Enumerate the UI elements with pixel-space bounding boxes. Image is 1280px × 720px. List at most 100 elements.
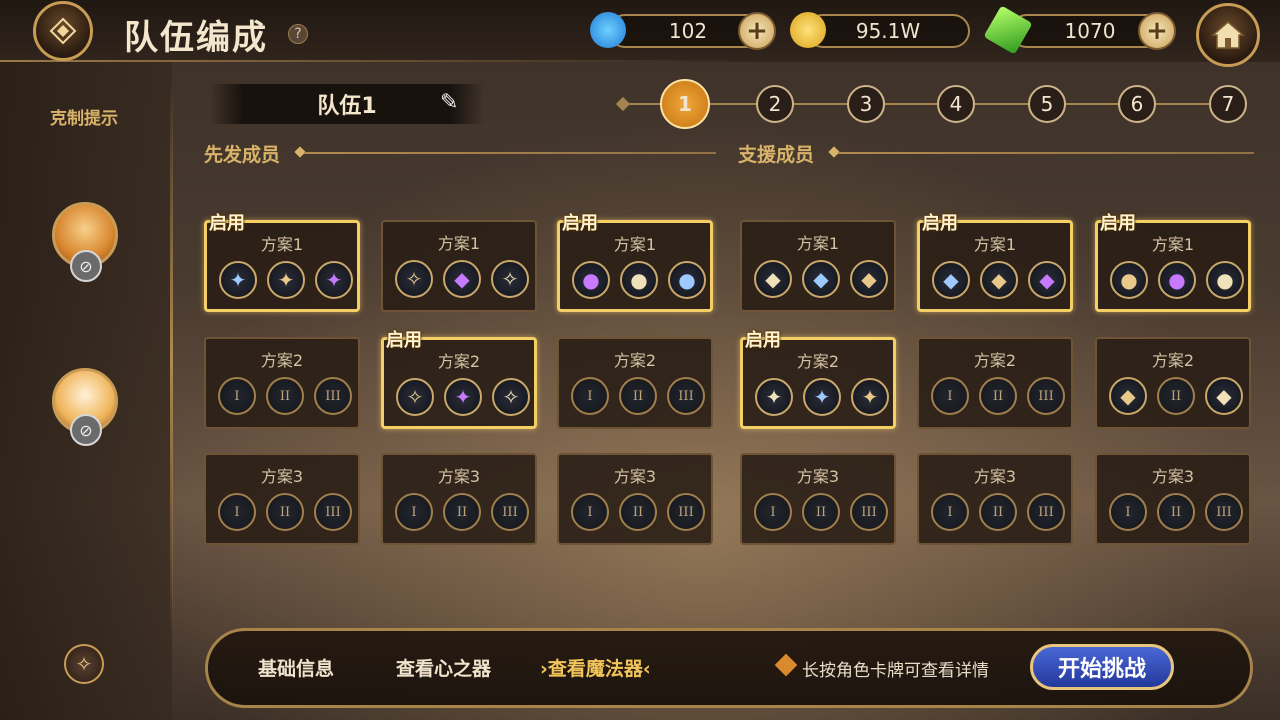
magic-device-icon[interactable]: ◆	[1205, 377, 1243, 415]
team-number-6[interactable]: 6	[1118, 85, 1156, 123]
team-number-1[interactable]: 1	[660, 79, 710, 129]
plan-title: 方案2	[796, 352, 840, 371]
empty-device-slot[interactable]: I	[571, 377, 609, 415]
empty-device-slot[interactable]: II	[619, 493, 657, 531]
plan-title: 方案3	[796, 467, 840, 486]
empty-device-slot[interactable]: III	[667, 493, 705, 531]
magic-device-icon[interactable]: ●	[620, 261, 658, 299]
add-fish-button[interactable]: +	[738, 12, 776, 50]
plan-title: 方案3	[437, 467, 481, 486]
plan-card[interactable]: 启用 方案1 ◆ ◆ ◆	[917, 213, 1073, 312]
empty-device-slot[interactable]: III	[850, 493, 888, 531]
magic-device-icon[interactable]: ●	[1110, 261, 1148, 299]
plan-card[interactable]: 方案1 ✧ ◆ ✧	[381, 220, 537, 312]
empty-device-slot[interactable]: III	[667, 377, 705, 415]
magic-device-icon[interactable]: ◆	[932, 261, 970, 299]
plan-card[interactable]: 方案2 I II III	[557, 337, 713, 429]
home-icon	[1211, 21, 1245, 49]
empty-device-slot[interactable]: I	[571, 493, 609, 531]
plan-title: 方案1	[973, 235, 1017, 254]
plan-card[interactable]: 方案3 I II III	[381, 453, 537, 545]
plan-card[interactable]: 方案3 I II III	[1095, 453, 1251, 545]
magic-device-icon[interactable]: ✧	[491, 260, 529, 298]
empty-device-slot[interactable]: I	[218, 493, 256, 531]
plan-card[interactable]: 启用 方案1 ● ● ●	[557, 213, 713, 312]
plan-card[interactable]: 启用 方案2 ✧ ✦ ✧	[381, 330, 537, 429]
magic-device-icon[interactable]: ✦	[851, 378, 889, 416]
plan-title: 方案1	[260, 235, 304, 254]
empty-device-slot[interactable]: III	[1205, 493, 1243, 531]
tab-magic-device[interactable]: ›查看魔法器‹	[540, 654, 651, 681]
compass-icon[interactable]: ✧	[64, 644, 104, 684]
plan-card[interactable]: 启用 方案1 ● ● ●	[1095, 213, 1251, 312]
empty-device-slot[interactable]: II	[443, 493, 481, 531]
plan-card[interactable]: 方案2 I II III	[204, 337, 360, 429]
empty-device-slot[interactable]: I	[931, 493, 969, 531]
help-button[interactable]: ?	[288, 24, 308, 44]
plan-card[interactable]: 方案3 I II III	[740, 453, 896, 545]
team-number-3[interactable]: 3	[847, 85, 885, 123]
empty-device-slot[interactable]: III	[1027, 493, 1065, 531]
magic-device-icon[interactable]: ✦	[755, 378, 793, 416]
empty-device-slot[interactable]: III	[314, 377, 352, 415]
magic-device-icon[interactable]: ✦	[444, 378, 482, 416]
back-button[interactable]	[33, 1, 93, 61]
plan-title: 方案3	[973, 467, 1017, 486]
empty-device-slot[interactable]: III	[314, 493, 352, 531]
magic-device-icon[interactable]: ✧	[492, 378, 530, 416]
tab-basic-info[interactable]: 基础信息	[258, 654, 334, 681]
magic-device-icon[interactable]: ◆	[1109, 377, 1147, 415]
empty-device-slot[interactable]: II	[979, 493, 1017, 531]
empty-device-slot[interactable]: I	[931, 377, 969, 415]
start-challenge-button[interactable]: 开始挑战	[1030, 644, 1174, 690]
magic-device-icon[interactable]: ✦	[219, 261, 257, 299]
magic-device-icon[interactable]: ◆	[754, 260, 792, 298]
empty-device-slot[interactable]: II	[802, 493, 840, 531]
edit-quill-icon[interactable]: ✎	[440, 90, 458, 115]
plan-card[interactable]: 启用 方案1 ✦ ✦ ✦	[204, 213, 360, 312]
magic-device-icon[interactable]: ◆	[850, 260, 888, 298]
magic-device-icon[interactable]: ✦	[315, 261, 353, 299]
empty-device-slot[interactable]: II	[619, 377, 657, 415]
magic-device-icon[interactable]: ✧	[395, 260, 433, 298]
empty-device-slot[interactable]: II	[266, 493, 304, 531]
empty-device-slot[interactable]: I	[1109, 493, 1147, 531]
home-button[interactable]	[1196, 3, 1260, 67]
magic-device-icon[interactable]: ●	[668, 261, 706, 299]
empty-device-slot[interactable]: II	[1157, 493, 1195, 531]
page-title: 队伍编成	[124, 18, 268, 58]
plan-card[interactable]: 方案2 ◆ II ◆	[1095, 337, 1251, 429]
empty-device-slot[interactable]: II	[266, 377, 304, 415]
empty-device-slot[interactable]: II	[1157, 377, 1195, 415]
plan-card[interactable]: 启用 方案2 ✦ ✦ ✦	[740, 330, 896, 429]
empty-device-slot[interactable]: III	[491, 493, 529, 531]
team-number-7[interactable]: 7	[1209, 85, 1247, 123]
plan-card[interactable]: 方案1 ◆ ◆ ◆	[740, 220, 896, 312]
magic-device-icon[interactable]: ✦	[267, 261, 305, 299]
magic-device-icon[interactable]: ✦	[803, 378, 841, 416]
magic-device-icon[interactable]: ✧	[396, 378, 434, 416]
gold-coin-icon	[790, 12, 826, 48]
magic-device-icon[interactable]: ●	[1158, 261, 1196, 299]
magic-device-icon[interactable]: ◆	[443, 260, 481, 298]
magic-device-icon[interactable]: ●	[572, 261, 610, 299]
tab-heart-vessel[interactable]: 查看心之器	[396, 654, 491, 681]
empty-device-slot[interactable]: I	[395, 493, 433, 531]
empty-device-slot[interactable]: I	[218, 377, 256, 415]
magic-device-icon[interactable]: ●	[1206, 261, 1244, 299]
magic-device-icon[interactable]: ◆	[1028, 261, 1066, 299]
magic-device-icon[interactable]: ◆	[980, 261, 1018, 299]
empty-device-slot[interactable]: III	[1027, 377, 1065, 415]
plan-card[interactable]: 方案3 I II III	[917, 453, 1073, 545]
empty-device-slot[interactable]: I	[754, 493, 792, 531]
left-panel-border	[170, 80, 173, 640]
plan-card[interactable]: 方案3 I II III	[557, 453, 713, 545]
add-crystal-button[interactable]: +	[1138, 12, 1176, 50]
magic-device-icon[interactable]: ◆	[802, 260, 840, 298]
team-number-5[interactable]: 5	[1028, 85, 1066, 123]
team-number-4[interactable]: 4	[937, 85, 975, 123]
plan-card[interactable]: 方案3 I II III	[204, 453, 360, 545]
team-number-2[interactable]: 2	[756, 85, 794, 123]
empty-device-slot[interactable]: II	[979, 377, 1017, 415]
plan-card[interactable]: 方案2 I II III	[917, 337, 1073, 429]
